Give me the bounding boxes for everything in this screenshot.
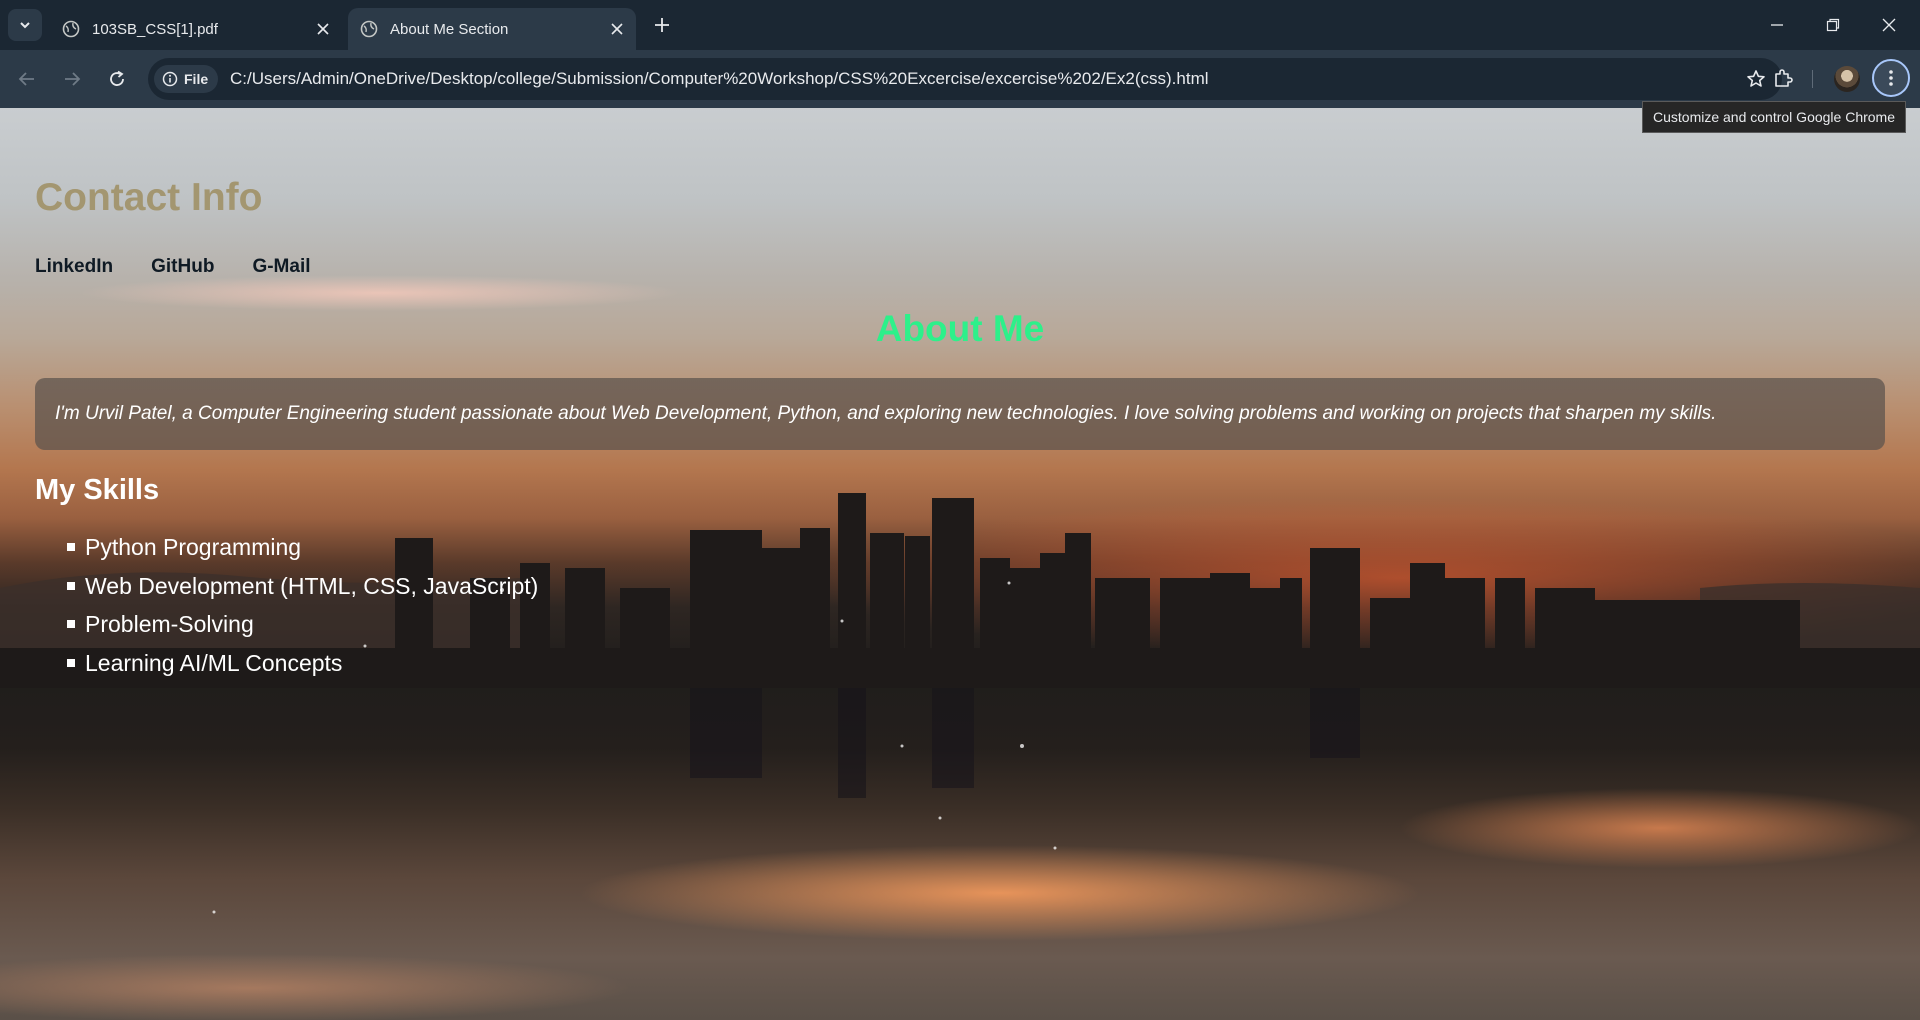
menu-tooltip: Customize and control Google Chrome [1642,101,1907,133]
toolbar-divider [1812,70,1813,88]
close-tab-button[interactable] [606,18,628,40]
tab-title: About Me Section [390,20,509,38]
web-page: Contact Info LinkedIn GitHub G-Mail Abou… [0,108,1920,1020]
tab-strip: 103SB_CSS[1].pdf About Me Section [0,0,1920,50]
tab-pdf[interactable]: 103SB_CSS[1].pdf [50,8,342,50]
contact-info-heading: Contact Info [35,176,263,219]
list-item: Problem-Solving [35,605,538,644]
address-bar[interactable]: File C:/Users/Admin/OneDrive/Desktop/col… [148,58,1782,100]
close-tab-button[interactable] [312,18,334,40]
skill-label: Python Programming [85,534,302,560]
skill-label: Learning AI/ML Concepts [85,649,343,676]
restore-button[interactable] [1818,10,1848,40]
bookmark-button[interactable] [1744,67,1768,91]
reload-icon [110,70,124,86]
forward-icon [65,72,81,86]
skills-heading: My Skills [35,474,160,506]
forward-button[interactable] [57,64,87,94]
globe-icon [360,20,378,38]
about-me-paragraph: I'm Urvil Patel, a Computer Engineering … [35,378,1885,450]
minimize-icon [1771,24,1783,26]
site-info-chip[interactable]: File [154,65,219,93]
back-icon [18,72,34,86]
list-item: Web Development (HTML, CSS, JavaScript) [35,567,538,606]
tab-title: 103SB_CSS[1].pdf [92,20,218,38]
url-text[interactable]: C:/Users/Admin/OneDrive/Desktop/college/… [230,58,1209,100]
tab-search-icon [20,22,30,29]
star-icon [1747,70,1765,87]
skills-list: Python Programming Web Development (HTML… [35,528,538,682]
square-bullet-icon [67,543,75,551]
minimize-button[interactable] [1762,10,1792,40]
square-bullet-icon [67,620,75,628]
contact-links: LinkedIn GitHub G-Mail [35,256,311,278]
list-item: Python Programming [35,528,538,567]
info-icon [162,71,178,87]
back-button[interactable] [12,64,42,94]
about-me-heading: About Me [875,308,1045,349]
square-bullet-icon [67,581,75,590]
extensions-button[interactable] [1768,63,1798,93]
skill-label: Problem-Solving [85,611,254,637]
browser-toolbar: File C:/Users/Admin/OneDrive/Desktop/col… [0,50,1920,108]
github-link[interactable]: GitHub [151,256,214,278]
globe-icon [62,20,80,38]
new-tab-button[interactable] [650,13,674,37]
linkedin-link[interactable]: LinkedIn [35,256,113,278]
tab-about-me[interactable]: About Me Section [348,8,636,50]
list-item: Learning AI/ML Concepts [35,644,538,683]
plus-icon [655,18,669,32]
gmail-link[interactable]: G-Mail [252,256,310,278]
site-info-label: File [184,71,209,87]
reload-button[interactable] [102,64,132,94]
close-icon [317,23,329,35]
square-bullet-icon [67,658,75,667]
profile-avatar[interactable] [1834,66,1860,92]
kebab-menu-icon [1889,70,1893,86]
close-icon [611,23,623,35]
restore-icon [1826,18,1840,32]
skill-label: Web Development (HTML, CSS, JavaScript) [85,572,539,599]
close-window-button[interactable] [1874,10,1904,40]
chrome-menu-button[interactable] [1872,59,1910,97]
tab-search-button[interactable] [8,9,42,41]
extensions-icon [1775,69,1793,87]
close-icon [1882,18,1896,32]
